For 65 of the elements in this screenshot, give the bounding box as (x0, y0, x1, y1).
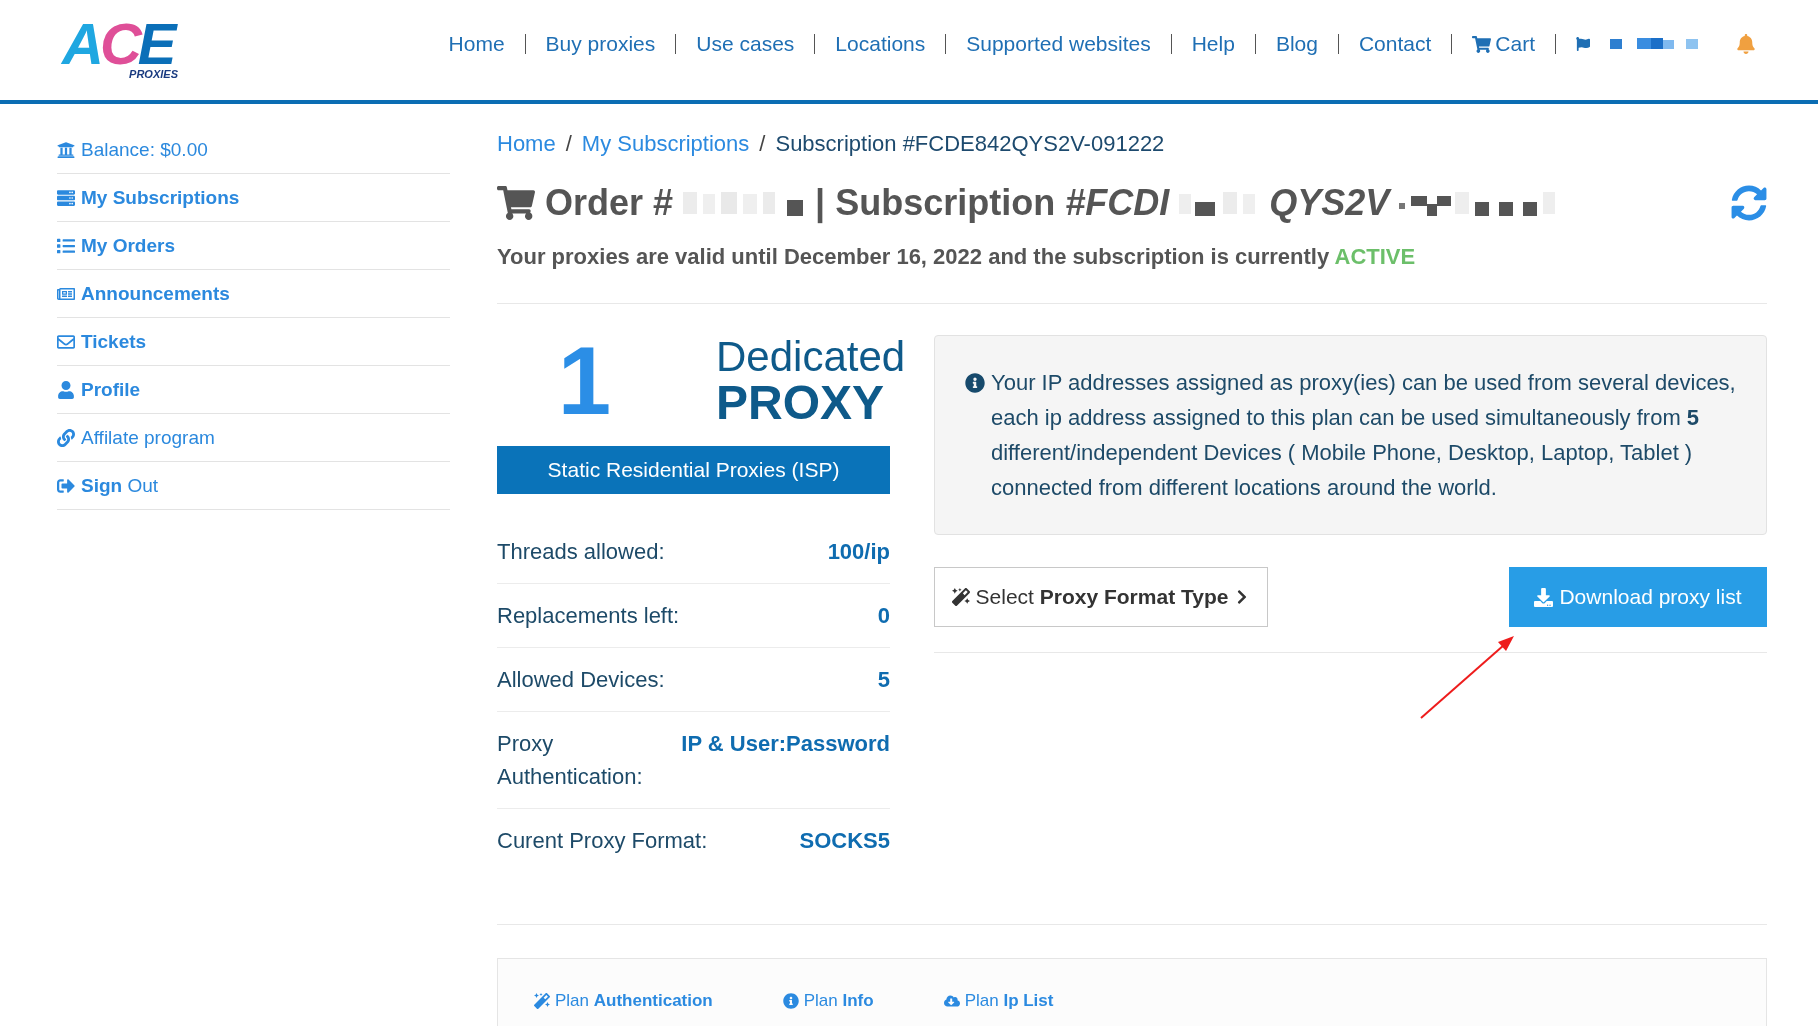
cart-icon (1472, 34, 1492, 54)
sidebar-item[interactable]: Announcements (57, 270, 450, 318)
detail-label: Proxy Authentication: (497, 730, 644, 791)
bank-icon (57, 140, 75, 159)
nav-link[interactable]: Contact (1358, 31, 1432, 57)
sidebar-item[interactable]: Balance: $0.00 (57, 126, 450, 174)
detail-value: IP & User:Password (681, 730, 890, 758)
server-icon (57, 188, 75, 207)
plan-type-banner: Static Residential Proxies (ISP) (497, 446, 890, 494)
sign-out-icon (57, 476, 75, 495)
magic-wand-icon (951, 588, 970, 606)
detail-label: Allowed Devices: (497, 666, 665, 694)
magic-wand-icon (534, 993, 550, 1009)
headline-text: PROXY (716, 379, 885, 427)
detail-value: 100/ip (827, 538, 890, 566)
cart-icon (497, 184, 535, 222)
info-icon (782, 993, 799, 1009)
notice-text: Your IP addresses assigned as proxy(ies) can be used from several devices, each ip address assigned to this plan can be used simultaneously from 5 different/independent Devices ( Mobile Phone, Desktop, Laptop, Tablet ) connected from different locations around the world. (991, 369, 1736, 502)
title-text: | Subscription #FCDI (815, 181, 1170, 226)
nav-link[interactable]: Help (1191, 31, 1235, 57)
sidebar-item[interactable]: Sign Out (57, 462, 450, 510)
nav-link[interactable]: Buy proxies (545, 31, 656, 57)
logo-tagline: PROXIES (129, 68, 178, 80)
format-select-button[interactable]: Select Proxy Format Type (934, 567, 1268, 627)
breadcrumb-separator: / (759, 130, 766, 158)
envelope-icon (57, 332, 75, 351)
nav-link[interactable]: Supported websites (966, 31, 1151, 57)
breadcrumb-link[interactable]: My Subscriptions (581, 129, 750, 159)
breadcrumb-separator: / (565, 130, 572, 158)
title-text: QYS2V (1269, 181, 1390, 225)
sidebar-item[interactable]: Profile (57, 366, 450, 414)
refresh-icon[interactable] (1731, 185, 1767, 221)
info-icon (965, 373, 985, 393)
list-icon (57, 236, 75, 255)
nav-link[interactable]: Cart (1472, 31, 1535, 57)
download-button[interactable]: Download proxy list (1509, 567, 1767, 627)
nav-link[interactable]: Locations (835, 31, 926, 57)
detail-value: 5 (877, 666, 890, 694)
detail-label: Curent Proxy Format: (497, 827, 708, 855)
headline-text: Dedicated (716, 335, 906, 379)
sidebar-item[interactable]: Tickets (57, 318, 450, 366)
flag-icon[interactable] (1576, 37, 1590, 51)
sidebar-item[interactable]: My Subscriptions (57, 174, 450, 222)
validity-text: Your proxies are valid until December 16, 2022 and the subscription is currently ACTIVE (497, 243, 1417, 271)
tab[interactable]: Plan Authentication (534, 989, 713, 1013)
link-icon (57, 428, 75, 447)
nav-link[interactable]: Use cases (696, 31, 795, 57)
download-icon (1534, 587, 1554, 607)
sidebar-item[interactable]: Affilate program (57, 414, 450, 462)
sidebar-item[interactable]: My Orders (57, 222, 450, 270)
breadcrumb-current: Subscription #FCDE842QYS2V-091222 (775, 130, 1165, 158)
proxy-count: 1 (556, 335, 613, 427)
tab[interactable]: Plan Ip List (943, 989, 1054, 1013)
detail-label: Replacements left: (497, 602, 680, 630)
nav-link[interactable]: Blog (1275, 31, 1318, 57)
user-icon (57, 380, 75, 399)
tab[interactable]: Plan Info (782, 989, 874, 1013)
detail-label: Threads allowed: (497, 538, 665, 566)
cloud-download-icon (943, 993, 960, 1009)
title-text: Order # (545, 181, 674, 225)
detail-value: 0 (877, 602, 890, 630)
bell-icon[interactable] (1736, 34, 1756, 54)
detail-value: SOCKS5 (799, 827, 890, 855)
breadcrumb-link[interactable]: Home (497, 129, 556, 159)
nav-link[interactable]: Home (448, 31, 505, 57)
